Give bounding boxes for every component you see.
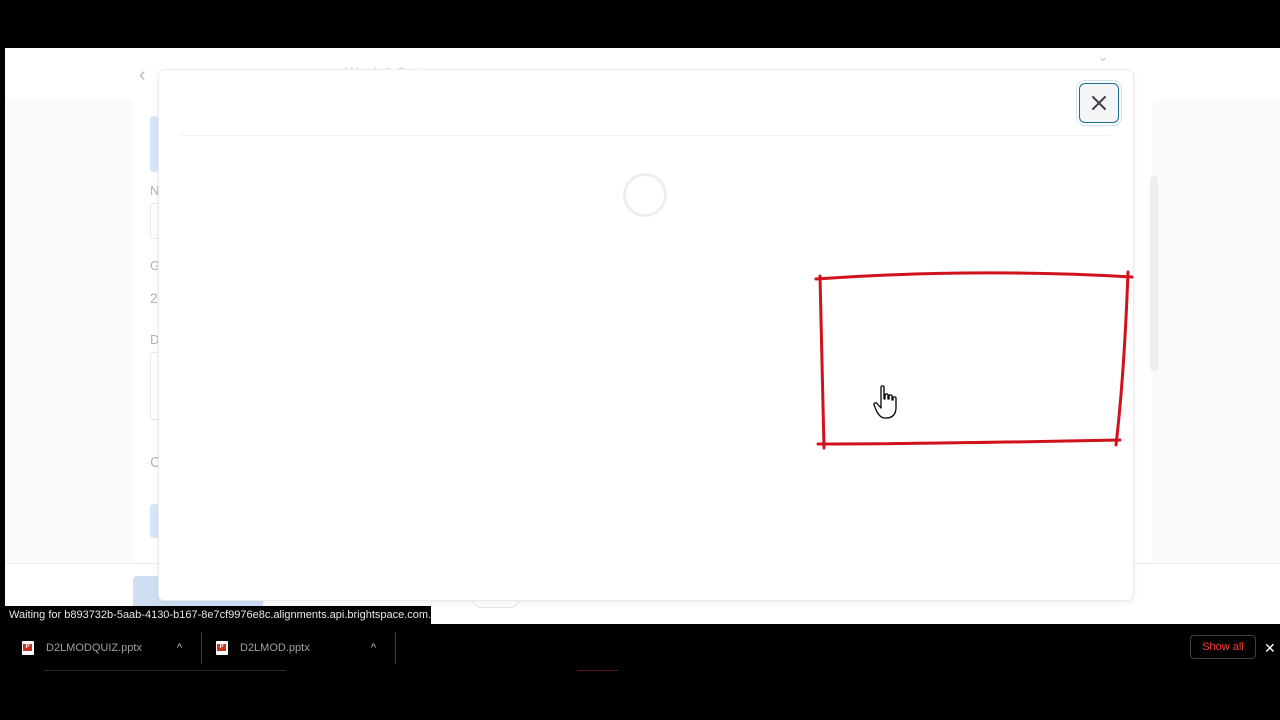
chevron-down-icon[interactable]: ⌄ xyxy=(1097,48,1109,65)
download-filename: D2LMOD.pptx xyxy=(240,642,310,654)
divider xyxy=(395,632,396,664)
loading-spinner xyxy=(623,173,667,217)
downloads-bar: P D2LMODQUIZ.pptx ^ P D2LMOD.pptx ^ xyxy=(0,624,1280,672)
close-button[interactable] xyxy=(1079,83,1119,123)
chevron-left-icon[interactable]: ‹ xyxy=(139,64,146,87)
decorative-line xyxy=(578,670,618,671)
page-accent-block xyxy=(150,116,158,172)
pdf-file-icon: P xyxy=(216,641,228,655)
download-item[interactable]: P D2LMODQUIZ.pptx ^ xyxy=(0,624,194,672)
chevron-up-icon[interactable]: ^ xyxy=(371,642,376,654)
dialog-header-divider xyxy=(181,135,1111,136)
close-icon xyxy=(1092,96,1106,110)
download-filename: D2LMODQUIZ.pptx xyxy=(46,642,142,654)
show-all-button[interactable]: Show all xyxy=(1190,635,1256,659)
download-item[interactable]: P D2LMOD.pptx ^ xyxy=(194,624,388,672)
chevron-up-icon[interactable]: ^ xyxy=(177,642,182,654)
pdf-file-icon: P xyxy=(22,641,34,655)
grade-value: 2 xyxy=(150,290,158,306)
annotation-rectangle xyxy=(814,270,1134,450)
download-progress-line xyxy=(44,670,286,671)
close-icon[interactable]: ✕ xyxy=(1264,640,1276,657)
hand-pointer-icon xyxy=(873,385,897,419)
scrollbar[interactable] xyxy=(1150,176,1158,371)
status-bar: Waiting for b893732b-5aab-4130-b167-8e7c… xyxy=(0,606,431,624)
